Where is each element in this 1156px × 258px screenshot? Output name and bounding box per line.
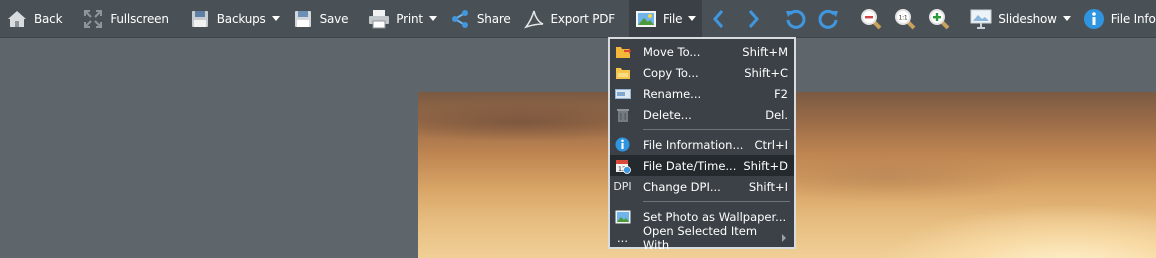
actual-size-button[interactable]: 1:1 xyxy=(888,0,922,38)
menu-item-open-with[interactable]: ... Open Selected Item With xyxy=(610,224,794,252)
menu-item-shortcut: Shift+M xyxy=(742,44,788,59)
save-button[interactable]: Save xyxy=(286,0,355,38)
menu-item-label: Copy To... xyxy=(643,65,699,80)
menu-item-shortcut: Shift+C xyxy=(744,65,788,80)
menu-item-shortcut: Shift+I xyxy=(748,179,788,194)
chevron-down-icon xyxy=(271,16,280,21)
rotate-left-button[interactable] xyxy=(778,0,812,38)
printer-icon xyxy=(368,8,390,30)
back-button[interactable]: Back xyxy=(0,0,68,38)
fullscreen-label: Fullscreen xyxy=(110,11,169,26)
submenu-arrow-icon xyxy=(782,233,786,242)
print-button[interactable]: Print xyxy=(362,0,443,38)
menu-item-file-information[interactable]: File Information... Ctrl+I xyxy=(610,134,794,155)
next-button[interactable] xyxy=(736,0,770,38)
fullscreen-icon xyxy=(82,8,104,30)
calendar-icon: 12 xyxy=(614,157,631,174)
slideshow-icon xyxy=(970,8,992,30)
menu-item-change-dpi[interactable]: DPI Change DPI... Shift+I xyxy=(610,176,794,197)
rotate-left-icon xyxy=(784,8,806,30)
backups-button[interactable]: Backups xyxy=(183,0,286,38)
wallpaper-icon xyxy=(614,208,631,225)
back-label: Back xyxy=(34,11,63,26)
menu-item-shortcut: Del. xyxy=(765,107,788,122)
chevron-down-icon xyxy=(428,16,437,21)
file-label: File xyxy=(663,11,683,26)
save-label: Save xyxy=(319,11,349,26)
folder-move-icon xyxy=(614,43,631,60)
svg-text:1:1: 1:1 xyxy=(899,14,908,21)
save-icon xyxy=(292,8,314,30)
zoom-out-button[interactable] xyxy=(854,0,888,38)
menu-separator xyxy=(643,129,790,130)
chevron-down-icon xyxy=(688,16,697,21)
file-dropdown-menu: Move To... Shift+M Copy To... Shift+C Re… xyxy=(608,37,796,252)
menu-item-label: File Information... xyxy=(643,137,744,152)
share-label: Share xyxy=(476,11,511,26)
pdf-icon xyxy=(523,8,545,30)
menu-item-label: File Date/Time... xyxy=(643,158,737,173)
share-icon xyxy=(449,8,471,30)
backups-label: Backups xyxy=(216,11,266,26)
slideshow-label: Slideshow xyxy=(998,11,1057,26)
file-info-button[interactable]: File Info xyxy=(1077,0,1156,38)
chevron-right-icon xyxy=(742,8,764,30)
trash-icon xyxy=(614,106,631,123)
rename-icon xyxy=(614,85,631,102)
home-icon xyxy=(6,8,28,30)
file-menu-button[interactable]: File xyxy=(629,0,703,38)
slideshow-button[interactable]: Slideshow xyxy=(964,0,1077,38)
menu-item-label: Move To... xyxy=(643,44,701,59)
menu-item-rename[interactable]: Rename... F2 xyxy=(610,83,794,104)
menu-item-move-to[interactable]: Move To... Shift+M xyxy=(610,41,794,62)
menu-item-shortcut: Ctrl+I xyxy=(754,137,789,152)
menu-item-label: Open Selected Item With xyxy=(643,223,758,252)
zoom-in-icon xyxy=(928,8,950,30)
menu-item-file-date-time[interactable]: 12 File Date/Time... Shift+D xyxy=(610,155,794,176)
rotate-right-icon xyxy=(818,8,840,30)
menu-item-shortcut: F2 xyxy=(774,86,788,101)
menu-item-label: Set Photo as Wallpaper... xyxy=(643,209,787,224)
backup-disk-icon xyxy=(189,8,211,30)
zoom-actual-size-icon: 1:1 xyxy=(894,8,916,30)
menu-item-delete[interactable]: Delete... Del. xyxy=(610,104,794,125)
file-info-label: File Info xyxy=(1110,11,1156,26)
menu-item-label: Change DPI... xyxy=(643,179,721,194)
menu-item-label: Rename... xyxy=(643,86,702,101)
menu-separator xyxy=(643,201,790,202)
zoom-in-button[interactable] xyxy=(922,0,956,38)
info-icon xyxy=(1083,8,1105,30)
zoom-out-icon xyxy=(860,8,882,30)
share-button[interactable]: Share xyxy=(443,0,517,38)
toolbar: Back Fullscreen Backups Save Print Share xyxy=(0,0,1156,38)
chevron-down-icon xyxy=(1062,16,1071,21)
print-label: Print xyxy=(396,11,423,26)
fullscreen-button[interactable]: Fullscreen xyxy=(76,0,174,38)
chevron-left-icon xyxy=(708,8,730,30)
more-icon: ... xyxy=(617,230,628,245)
menu-item-shortcut: Shift+D xyxy=(743,158,788,173)
picture-icon xyxy=(635,8,657,30)
menu-item-label: Delete... xyxy=(643,107,692,122)
previous-button[interactable] xyxy=(702,0,736,38)
menu-item-copy-to[interactable]: Copy To... Shift+C xyxy=(610,62,794,83)
rotate-right-button[interactable] xyxy=(812,0,846,38)
export-pdf-button[interactable]: Export PDF xyxy=(517,0,621,38)
folder-copy-icon xyxy=(614,64,631,81)
info-icon xyxy=(614,136,631,153)
dpi-icon: DPI xyxy=(613,180,632,193)
export-pdf-label: Export PDF xyxy=(550,11,616,26)
